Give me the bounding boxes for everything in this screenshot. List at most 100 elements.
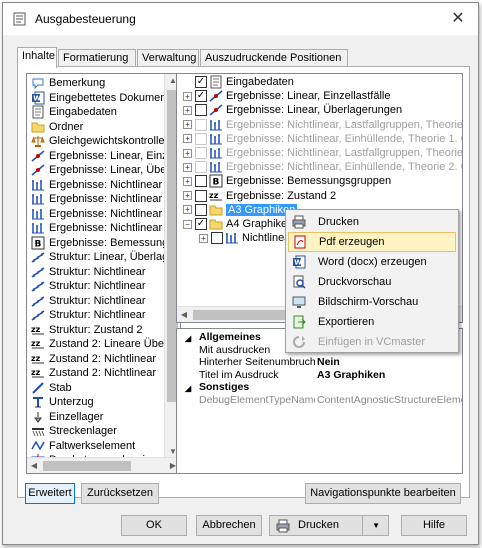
expand-icon[interactable]: + — [183, 191, 192, 201]
tree-node-checkbox[interactable] — [195, 175, 207, 188]
tab-auszudruckende-positionen[interactable]: Auszudruckende Positionen — [200, 49, 348, 67]
element-type-item[interactable]: Struktur: Nichtlinear — [31, 265, 146, 279]
element-type-item[interactable]: Struktur: Nichtlinear — [31, 294, 146, 308]
element-type-item[interactable]: Ordner — [31, 120, 83, 134]
property-row[interactable]: Titel im Ausdruck A3 Graphiken — [177, 369, 462, 382]
expand-icon[interactable]: + — [183, 205, 192, 215]
element-type-item[interactable]: zz Zustand 2: Nichtlinear — [31, 366, 156, 380]
navigationspunkte-bearbeiten-button[interactable]: Navigationspunkte bearbeiten — [305, 483, 461, 504]
element-type-item[interactable]: Bemerkung — [31, 76, 105, 90]
tree-node[interactable]: + Nichtlinear — [199, 231, 294, 245]
element-type-item[interactable]: zz Zustand 2: Lineare Überlagerungen — [31, 337, 180, 351]
tree-node[interactable]: − ✓ A4 Graphiken — [183, 217, 293, 231]
menu-item-exportieren[interactable]: Exportieren — [288, 312, 456, 332]
element-type-item[interactable]: Struktur: Nichtlinear — [31, 279, 146, 293]
collapse-icon[interactable]: − — [183, 219, 192, 229]
expand-icon[interactable]: + — [183, 105, 192, 115]
property-value[interactable]: ContentAgnosticStructureElement — [317, 394, 462, 406]
tree-node[interactable]: ✓ Eingabedaten — [183, 75, 294, 89]
expand-icon[interactable]: + — [183, 134, 192, 144]
close-icon[interactable]: ✕ — [448, 9, 468, 29]
tree-node[interactable]: + zz Ergebnisse: Zustand 2 — [183, 189, 336, 203]
element-type-item[interactable]: Einzellager — [31, 410, 103, 424]
vcmaster-icon — [293, 336, 305, 348]
menu-item-druckvorschau[interactable]: Druckvorschau — [288, 272, 456, 292]
tree-node-checkbox[interactable] — [195, 132, 207, 145]
zuruecksetzen-button[interactable]: Zurücksetzen — [81, 483, 159, 504]
scroll-left-icon[interactable]: ◀ — [27, 458, 41, 473]
element-type-item[interactable]: Gleichgewichtskontrolle — [31, 134, 165, 148]
menu-item-bildschirm-vorschau[interactable]: Bildschirm-Vorschau — [288, 292, 456, 312]
menu-item-pdf-erzeugen[interactable]: Pdf erzeugen — [288, 232, 456, 252]
element-type-item[interactable]: Ergebnisse: Nichtlinear — [31, 221, 162, 235]
tree-node[interactable]: + Ergebnisse: Nichtlinear, Lastfallgruppe… — [183, 146, 462, 160]
tree-node-checkbox[interactable] — [195, 147, 207, 159]
erweitert-button[interactable]: Erweitert — [25, 483, 75, 504]
property-category[interactable]: ◢ Sonstiges — [177, 381, 462, 394]
tab-verwaltung[interactable]: Verwaltung — [137, 49, 199, 67]
element-type-item[interactable]: Faltwerkselement — [31, 439, 135, 453]
element-type-item[interactable]: Struktur: Linear, Überlagerungen — [31, 250, 180, 264]
tree-node-checkbox[interactable] — [195, 161, 207, 174]
element-type-list[interactable]: Bemerkung W Eingebettetes Dokument Eingabed… — [26, 73, 181, 474]
element-type-item[interactable]: Stab — [31, 381, 72, 395]
element-type-item[interactable]: Ergebnisse: Nichtlinear — [31, 192, 162, 206]
tree-node-label: Ergebnisse: Bemessungsgruppen — [226, 175, 392, 188]
expand-icon[interactable]: + — [183, 176, 192, 186]
property-value[interactable]: Nein — [317, 356, 340, 368]
scroll-left-icon[interactable]: ◀ — [177, 307, 191, 322]
abbrechen-button[interactable]: Abbrechen — [196, 515, 262, 536]
property-row[interactable]: Hinterher Seitenumbruch erzwingenNein — [177, 356, 462, 369]
element-type-item[interactable]: zz Struktur: Zustand 2 — [31, 323, 143, 337]
element-type-item[interactable]: zz Zustand 2: Nichtlinear — [31, 352, 156, 366]
expand-icon[interactable]: + — [183, 91, 192, 101]
drucken-split-button[interactable]: Drucken ▼ — [269, 515, 389, 536]
ok-button[interactable]: OK — [121, 515, 187, 536]
element-type-item[interactable]: W Eingebettetes Dokument — [31, 91, 169, 105]
tree-node-checkbox[interactable]: ✓ — [195, 76, 207, 88]
property-row[interactable]: DebugElementTypeName ContentAgnosticStruc… — [177, 394, 462, 407]
element-type-item[interactable]: Unterzug — [31, 395, 94, 409]
element-type-item[interactable]: Ergebnisse: Linear, Einzellastfälle — [31, 149, 180, 163]
hilfe-button[interactable]: Hilfe — [401, 515, 467, 536]
tree-node[interactable]: + A3 Graphiken — [183, 203, 298, 217]
tab-inhalte[interactable]: Inhalte — [17, 47, 57, 68]
tab-formatierung[interactable]: Formatierung — [58, 49, 136, 67]
chevron-down-icon[interactable]: ▼ — [372, 516, 380, 535]
menu-item-word-docx-erzeugen[interactable]: W Word (docx) erzeugen — [288, 252, 456, 272]
expand-icon[interactable]: + — [183, 162, 192, 172]
tree-node-checkbox[interactable] — [195, 104, 207, 117]
element-type-item[interactable]: Eingabedaten — [31, 105, 117, 119]
property-value[interactable]: A3 Graphiken — [317, 369, 385, 381]
expand-icon[interactable]: + — [183, 120, 192, 130]
element-type-item[interactable]: Ergebnisse: Linear, Überlagerungen — [31, 163, 180, 177]
tree-node-checkbox[interactable]: ✓ — [195, 90, 207, 103]
tree-node[interactable]: + Ergebnisse: Nichtlinear, Lastfallgruppe… — [183, 118, 462, 132]
menu-item-drucken[interactable]: Drucken — [288, 212, 456, 232]
tree-node[interactable]: + Ergebnisse: Nichtlinear, Einhüllende, T… — [183, 132, 462, 146]
element-type-item[interactable]: Struktur: Nichtlinear — [31, 308, 146, 322]
tree-node[interactable]: + ✓ Ergebnisse: Linear, Einzellastfälle — [183, 89, 390, 103]
tree-node-checkbox[interactable]: ✓ — [195, 218, 207, 230]
print-preview-icon — [293, 275, 306, 289]
tree-node-checkbox[interactable] — [195, 203, 207, 216]
element-type-item[interactable]: Streckenlager — [31, 424, 117, 438]
element-type-item[interactable]: B Ergebnisse: Bemessung — [31, 236, 168, 250]
menu-item-label: Exportieren — [318, 316, 375, 328]
expand-icon[interactable]: + — [183, 148, 192, 158]
tree-node-checkbox[interactable] — [195, 189, 207, 202]
collapse-triangle-icon[interactable]: ◢ — [185, 384, 191, 393]
tree-node[interactable]: + Ergebnisse: Linear, Überlagerungen — [183, 103, 402, 117]
element-type-item[interactable]: Ergebnisse: Nichtlinear — [31, 207, 162, 221]
element-type-label: Eingabedaten — [49, 106, 117, 118]
left-horizontal-scrollbar[interactable]: ◀ ▶ — [27, 457, 180, 473]
element-type-item[interactable]: Ergebnisse: Nichtlinear — [31, 178, 162, 192]
tree-node-checkbox[interactable] — [195, 118, 207, 131]
tree-node-checkbox[interactable] — [211, 232, 223, 245]
tree-node[interactable]: + Ergebnisse: Nichtlinear, Einhüllende, T… — [183, 160, 462, 174]
hscroll-thumb[interactable] — [43, 461, 131, 471]
tree-node[interactable]: + B Ergebnisse: Bemessungsgruppen — [183, 174, 391, 188]
tree-node-label: Ergebnisse: Linear, Überlagerungen — [226, 104, 403, 117]
collapse-triangle-icon[interactable]: ◢ — [185, 334, 191, 343]
expand-icon[interactable]: + — [199, 233, 208, 243]
